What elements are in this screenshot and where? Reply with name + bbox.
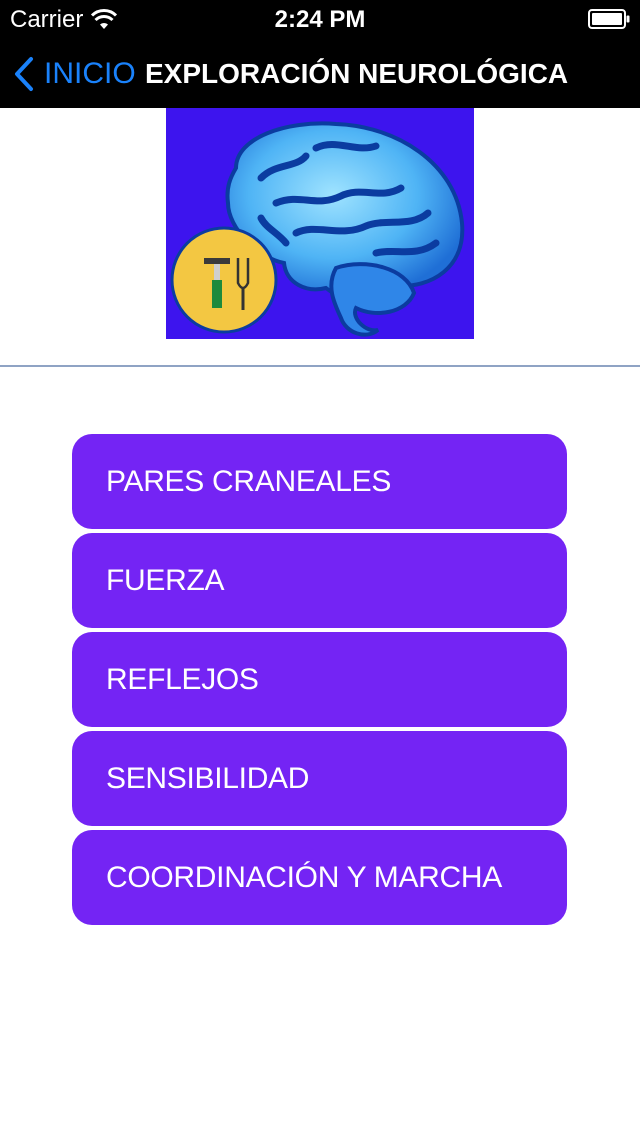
menu-button-coordinacion-y-marcha[interactable]: COORDINACIÓN Y MARCHA xyxy=(72,830,567,925)
menu-list: PARES CRANEALES FUERZA REFLEJOS SENSIBIL… xyxy=(72,434,567,929)
menu-button-label: COORDINACIÓN Y MARCHA xyxy=(106,860,502,894)
menu-button-label: REFLEJOS xyxy=(106,662,259,696)
menu-button-sensibilidad[interactable]: SENSIBILIDAD xyxy=(72,731,567,826)
back-button[interactable]: INICIO xyxy=(12,40,136,108)
chevron-left-icon xyxy=(15,57,33,91)
status-time: 2:24 PM xyxy=(274,6,366,33)
battery-icon xyxy=(588,9,630,29)
menu-button-label: SENSIBILIDAD xyxy=(106,761,310,795)
status-bar: Carrier 2:24 PM xyxy=(0,0,640,40)
navigation-bar: INICIO EXPLORACIÓN NEUROLÓGICA xyxy=(0,40,640,108)
menu-button-label: PARES CRANEALES xyxy=(106,464,392,498)
page-title: EXPLORACIÓN NEUROLÓGICA xyxy=(145,58,569,89)
menu-button-label: FUERZA xyxy=(106,563,225,597)
divider xyxy=(0,365,640,367)
brain-icon xyxy=(170,121,465,337)
menu-button-pares-craneales[interactable]: PARES CRANEALES xyxy=(72,434,567,529)
app-logo xyxy=(166,108,474,339)
back-label: INICIO xyxy=(44,57,136,90)
menu-button-fuerza[interactable]: FUERZA xyxy=(72,533,567,628)
menu-button-reflejos[interactable]: REFLEJOS xyxy=(72,632,567,727)
